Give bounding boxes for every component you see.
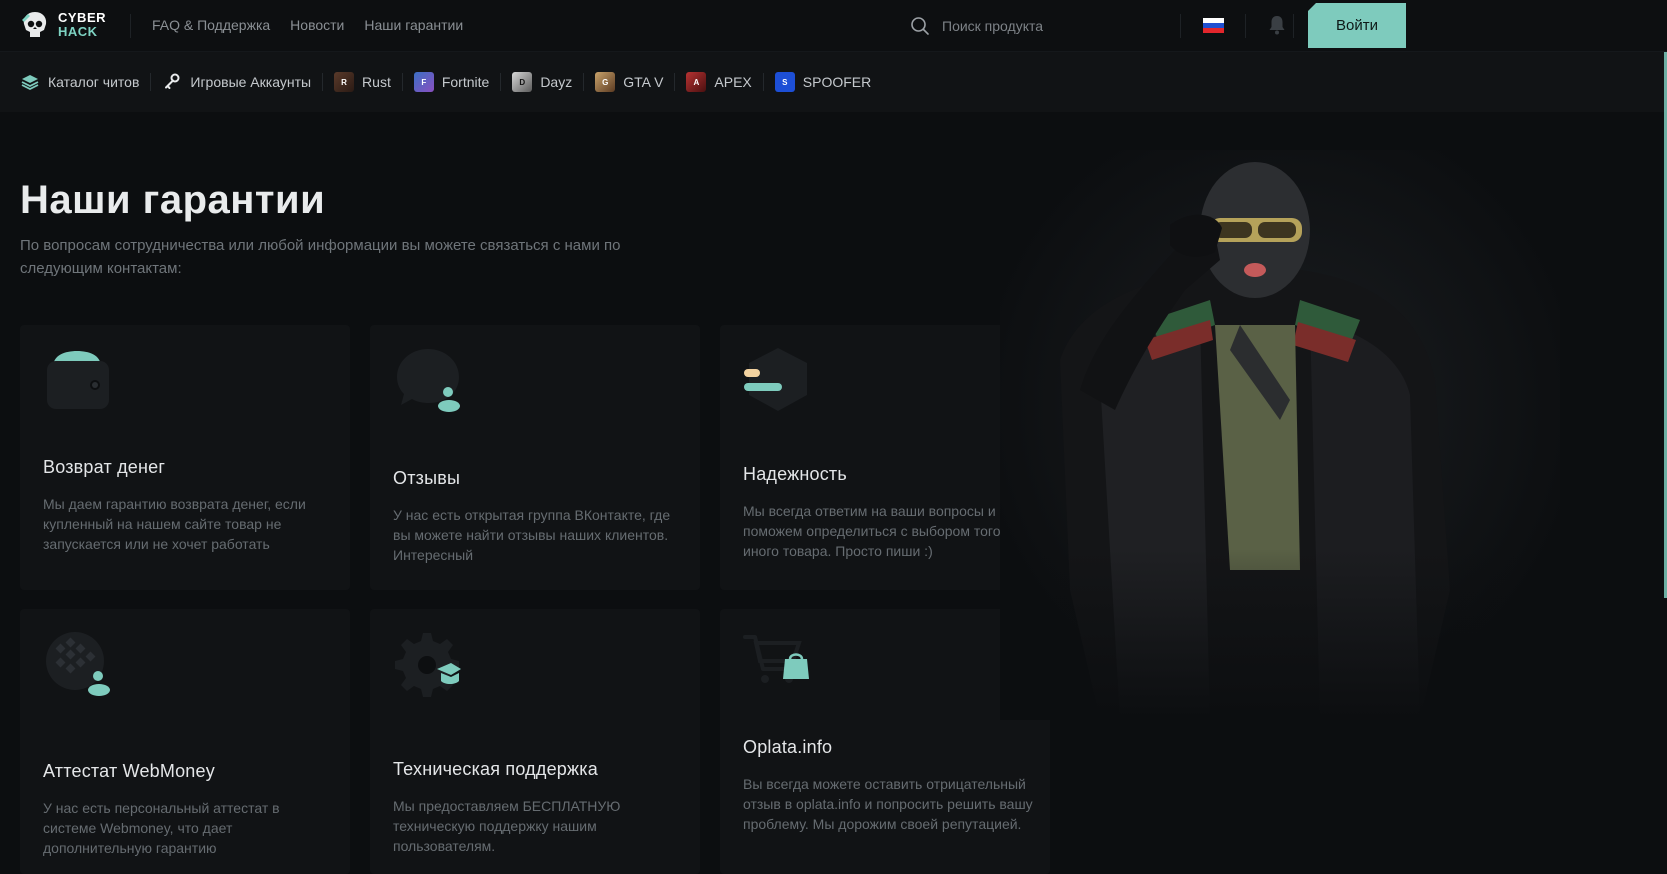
category-label: Игровые Аккаунты bbox=[190, 74, 312, 90]
category-label: GTA V bbox=[623, 74, 664, 90]
rust-game-icon: R bbox=[334, 72, 355, 92]
category-fortnite[interactable]: F Fortnite bbox=[413, 72, 502, 92]
divider bbox=[1245, 14, 1246, 38]
bell-icon[interactable] bbox=[1268, 14, 1286, 36]
card-title: Надежность bbox=[743, 464, 847, 484]
card-text: Мы даем гарантию возврата денег, если ку… bbox=[43, 496, 306, 552]
card-title: Аттестат WebMoney bbox=[43, 761, 215, 781]
category-accounts[interactable]: Игровые Аккаунты bbox=[162, 72, 323, 92]
cart-bag-icon bbox=[743, 635, 809, 683]
category-label: APEX bbox=[714, 74, 752, 90]
logo-line-2: HACK bbox=[58, 24, 98, 39]
logo-line-1: CYBER bbox=[58, 10, 107, 25]
category-rust[interactable]: R Rust bbox=[334, 72, 403, 92]
search-icon[interactable] bbox=[910, 16, 930, 36]
card-title: Oplata.info bbox=[743, 737, 833, 757]
gta-game-icon: G bbox=[595, 72, 616, 92]
search-bar bbox=[910, 14, 1162, 38]
nav-link-faq[interactable]: FAQ & Поддержка bbox=[152, 17, 270, 33]
card-text: У нас есть открытая группа ВКонтакте, гд… bbox=[393, 507, 671, 563]
guarantee-card-refund: Возврат денег Мы даем гарантию возврата … bbox=[20, 325, 350, 590]
layers-icon bbox=[21, 75, 39, 91]
card-title: Возврат денег bbox=[43, 457, 166, 477]
key-icon bbox=[165, 73, 180, 89]
webmoney-globe-icon bbox=[46, 632, 110, 696]
top-header: CYBER HACK FAQ & Поддержка Новости Наши … bbox=[0, 0, 1667, 52]
search-input[interactable] bbox=[942, 14, 1162, 38]
hero-character-illustration bbox=[1000, 150, 1560, 720]
page: CYBER HACK FAQ & Поддержка Новости Наши … bbox=[0, 0, 1667, 874]
category-label: Каталог читов bbox=[48, 74, 140, 90]
page-subtitle: По вопросам сотрудничества или любой инф… bbox=[20, 237, 621, 277]
card-text: Вы всегда можете оставить отрицательный … bbox=[743, 776, 1033, 832]
card-title: Техническая поддержка bbox=[393, 759, 598, 779]
category-spoofer[interactable]: S SPOOFER bbox=[774, 72, 883, 92]
category-dayz[interactable]: D Dayz bbox=[512, 72, 585, 92]
chat-bubble-icon bbox=[397, 349, 460, 412]
site-logo[interactable]: CYBER HACK bbox=[20, 10, 106, 40]
guarantee-card-reviews: Отзывы У нас есть открытая группа ВКонта… bbox=[370, 325, 700, 590]
category-bar: Каталог читов Игровые Аккаунты R Rust F … bbox=[0, 52, 1667, 112]
dayz-game-icon: D bbox=[512, 72, 533, 92]
card-text: Мы предоставляем БЕСПЛАТНУЮ техническую … bbox=[393, 798, 621, 854]
gear-support-icon bbox=[395, 633, 461, 697]
page-title: Наши гарантии bbox=[20, 178, 326, 222]
category-gta[interactable]: G GTA V bbox=[595, 72, 676, 92]
fortnite-game-icon: F bbox=[413, 72, 434, 92]
hexagon-shield-icon bbox=[744, 348, 807, 411]
card-text: Мы всегда ответим на ваши вопросы и помо… bbox=[743, 503, 1029, 559]
logo-skull-icon bbox=[22, 12, 47, 37]
apex-game-icon: A bbox=[686, 72, 707, 92]
guarantee-card-webmoney: Аттестат WebMoney У нас есть персональны… bbox=[20, 609, 350, 874]
category-catalog[interactable]: Каталог читов bbox=[20, 72, 152, 92]
spoofer-icon: S bbox=[774, 72, 795, 92]
nav-link-news[interactable]: Новости bbox=[290, 17, 344, 33]
nav-link-guarantees[interactable]: Наши гарантии bbox=[364, 17, 463, 33]
category-apex[interactable]: A APEX bbox=[686, 72, 765, 92]
wallet-icon bbox=[47, 351, 109, 409]
category-label: Rust bbox=[362, 74, 391, 90]
login-button[interactable]: Войти bbox=[1308, 3, 1406, 48]
flag-stripe-red bbox=[1203, 28, 1224, 33]
card-text: У нас есть персональный аттестат в систе… bbox=[43, 800, 280, 856]
card-title: Отзывы bbox=[393, 468, 461, 488]
divider bbox=[1180, 14, 1181, 38]
divider bbox=[130, 14, 131, 38]
category-label: SPOOFER bbox=[802, 74, 872, 90]
language-flag-icon[interactable] bbox=[1203, 18, 1224, 33]
top-nav: FAQ & Поддержка Новости Наши гарантии bbox=[152, 17, 463, 33]
category-label: Fortnite bbox=[441, 74, 490, 90]
divider bbox=[1293, 14, 1294, 38]
category-label: Dayz bbox=[540, 74, 573, 90]
guarantee-card-support: Техническая поддержка Мы предоставляем Б… bbox=[370, 609, 700, 874]
